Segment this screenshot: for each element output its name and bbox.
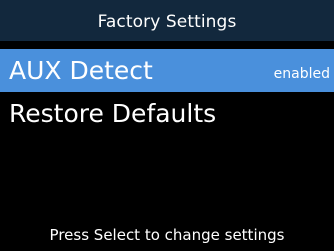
settings-menu: AUX Detect enabled Restore Defaults xyxy=(0,49,334,135)
menu-item-value: enabled xyxy=(273,65,330,82)
footer-hint: Press Select to change settings xyxy=(49,226,285,244)
menu-item-aux-detect[interactable]: AUX Detect enabled xyxy=(0,49,334,92)
page-title: Factory Settings xyxy=(97,11,237,32)
menu-item-label: Restore Defaults xyxy=(9,99,217,128)
title-bar: Factory Settings xyxy=(0,0,334,41)
menu-item-restore-defaults[interactable]: Restore Defaults xyxy=(0,92,334,135)
menu-item-label: AUX Detect xyxy=(9,56,153,85)
